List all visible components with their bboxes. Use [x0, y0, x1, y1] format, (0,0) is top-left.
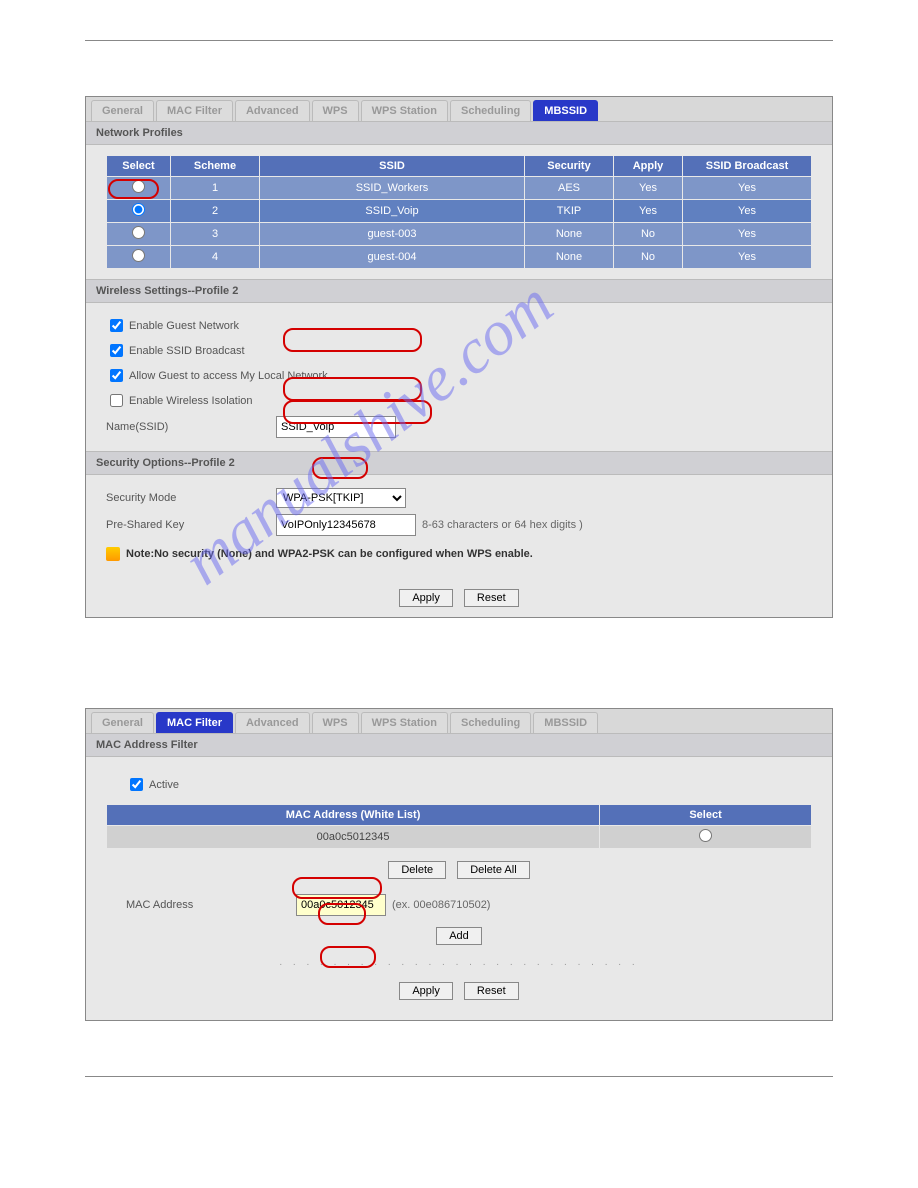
delete-all-button[interactable]: Delete All [457, 861, 529, 879]
wps-note: Note:No security (None) and WPA2-PSK can… [106, 539, 812, 569]
col-scheme: Scheme [171, 156, 259, 176]
table-row: 3 guest-003 None No Yes [107, 223, 811, 245]
col-broadcast: SSID Broadcast [683, 156, 811, 176]
psk-hint: 8-63 characters or 64 hex digits ) [422, 519, 583, 531]
tab-wps[interactable]: WPS [312, 712, 359, 733]
mac-address-input[interactable] [296, 894, 386, 916]
security-mode-label: Security Mode [106, 492, 276, 504]
reset-button[interactable]: Reset [464, 982, 519, 1000]
table-row: 2 SSID_Voip TKIP Yes Yes [107, 200, 811, 222]
allow-guest-checkbox[interactable] [110, 369, 123, 382]
profile-radio-1[interactable] [132, 180, 145, 193]
tab-mac-filter[interactable]: MAC Filter [156, 100, 233, 121]
tab-mac-filter[interactable]: MAC Filter [156, 712, 233, 733]
tabs-bar-2: General MAC Filter Advanced WPS WPS Stat… [86, 709, 832, 733]
mac-whitelist-table: MAC Address (White List) Select 00a0c501… [106, 804, 812, 849]
profile-radio-3[interactable] [132, 226, 145, 239]
tab-mbssid[interactable]: MBSSID [533, 100, 598, 121]
enable-isolation-checkbox[interactable] [110, 394, 123, 407]
mac-address-hint: (ex. 00e086710502) [392, 899, 490, 911]
col-apply: Apply [614, 156, 682, 176]
enable-broadcast-label: Enable SSID Broadcast [129, 345, 245, 357]
table-row: 4 guest-004 None No Yes [107, 246, 811, 268]
enable-isolation-label: Enable Wireless Isolation [129, 395, 253, 407]
col-select: Select [107, 156, 170, 176]
apply-button[interactable]: Apply [399, 982, 453, 1000]
tab-mbssid[interactable]: MBSSID [533, 712, 598, 733]
network-profiles-header: Network Profiles [86, 121, 832, 145]
mac-filter-panel: General MAC Filter Advanced WPS WPS Stat… [85, 708, 833, 1021]
tab-scheduling[interactable]: Scheduling [450, 712, 531, 733]
wireless-settings-header: Wireless Settings--Profile 2 [86, 279, 832, 303]
psk-label: Pre-Shared Key [106, 519, 276, 531]
network-profiles-table: Select Scheme SSID Security Apply SSID B… [106, 155, 812, 269]
apply-button[interactable]: Apply [399, 589, 453, 607]
mbssid-panel: General MAC Filter Advanced WPS WPS Stat… [85, 96, 833, 618]
col-ssid: SSID [260, 156, 524, 176]
tab-wps-station[interactable]: WPS Station [361, 712, 448, 733]
delete-button[interactable]: Delete [388, 861, 446, 879]
separator-dots: . . . . . . . . . . . . . . . . . . . . … [106, 953, 812, 972]
table-row: 1 SSID_Workers AES Yes Yes [107, 177, 811, 199]
tab-wps[interactable]: WPS [312, 100, 359, 121]
psk-input[interactable] [276, 514, 416, 536]
allow-guest-label: Allow Guest to access My Local Network [129, 370, 328, 382]
note-text: Note:No security (None) and WPA2-PSK can… [126, 548, 533, 560]
name-ssid-input[interactable] [276, 416, 396, 438]
page-top-rule [85, 40, 833, 41]
tab-advanced[interactable]: Advanced [235, 712, 310, 733]
add-button[interactable]: Add [436, 927, 482, 945]
profile-radio-4[interactable] [132, 249, 145, 262]
enable-broadcast-checkbox[interactable] [110, 344, 123, 357]
tab-general[interactable]: General [91, 712, 154, 733]
mac-address-filter-header: MAC Address Filter [86, 733, 832, 757]
reset-button[interactable]: Reset [464, 589, 519, 607]
enable-guest-checkbox[interactable] [110, 319, 123, 332]
mac-address-label: MAC Address [126, 899, 296, 911]
security-options-header: Security Options--Profile 2 [86, 451, 832, 475]
profile-radio-2[interactable] [132, 203, 145, 216]
tab-general[interactable]: General [91, 100, 154, 121]
col-select: Select [600, 805, 811, 825]
tabs-bar-1: General MAC Filter Advanced WPS WPS Stat… [86, 97, 832, 121]
tab-scheduling[interactable]: Scheduling [450, 100, 531, 121]
tab-wps-station[interactable]: WPS Station [361, 100, 448, 121]
page-bottom-rule [85, 1076, 833, 1077]
security-mode-select[interactable]: WPA-PSK[TKIP] [276, 488, 406, 508]
table-row: 00a0c5012345 [107, 826, 811, 848]
warning-icon [106, 547, 120, 561]
col-security: Security [525, 156, 613, 176]
mac-row-radio[interactable] [699, 829, 712, 842]
enable-guest-label: Enable Guest Network [129, 320, 239, 332]
col-mac: MAC Address (White List) [107, 805, 599, 825]
active-label: Active [149, 779, 179, 791]
name-ssid-label: Name(SSID) [106, 421, 276, 433]
tab-advanced[interactable]: Advanced [235, 100, 310, 121]
active-checkbox[interactable] [130, 778, 143, 791]
